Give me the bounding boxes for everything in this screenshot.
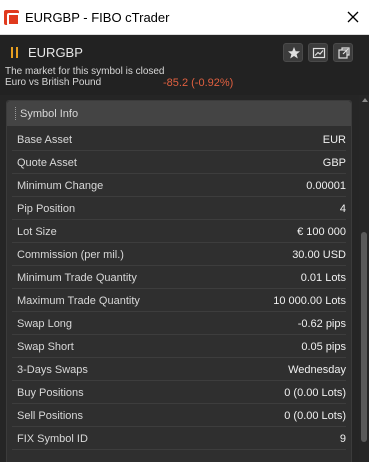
popout-button[interactable] (333, 43, 353, 62)
scrollbar-thumb[interactable] (361, 232, 367, 442)
star-icon (288, 47, 300, 59)
row-value: 0.00001 (306, 180, 346, 192)
symbol-header: EURGBP The market for this symbol is clo… (0, 35, 369, 95)
row-value: GBP (322, 157, 346, 169)
row-label: Quote Asset (17, 157, 77, 169)
close-icon (347, 11, 359, 23)
table-row: Buy Positions 0 (0.00 Lots) (12, 381, 346, 404)
row-value: Wednesday (288, 364, 346, 376)
ctrader-logo-icon (4, 10, 20, 26)
row-label: Minimum Change (17, 180, 104, 192)
row-label: Buy Positions (17, 387, 84, 399)
row-value: 4 (339, 203, 346, 215)
table-row: Pip Position 4 (12, 197, 346, 220)
row-value: 0 (0.00 Lots) (284, 410, 346, 422)
row-label: Pip Position (17, 203, 76, 215)
row-value: 0.01 Lots (300, 272, 346, 284)
panel-title: Symbol Info (20, 108, 79, 120)
row-label: Swap Short (17, 341, 74, 353)
table-row: Base Asset EUR (12, 128, 346, 151)
row-label: Lot Size (17, 226, 57, 238)
market-status: The market for this symbol is closed (5, 66, 165, 77)
table-row: Maximum Trade Quantity 10 000.00 Lots (12, 289, 346, 312)
row-value: 10 000.00 Lots (273, 295, 346, 307)
row-value: € 100 000 (297, 226, 346, 238)
row-value: EUR (322, 134, 346, 146)
scroll-up-icon[interactable] (362, 98, 368, 102)
row-label: Minimum Trade Quantity (17, 272, 137, 284)
favorite-button[interactable] (283, 43, 303, 62)
row-label: Sell Positions (17, 410, 84, 422)
symbol-name: EURGBP (28, 45, 83, 60)
drag-grip-icon[interactable] (15, 107, 17, 120)
table-row: Swap Long -0.62 pips (12, 312, 346, 335)
title-bar: EURGBP - FIBO cTrader (0, 0, 369, 35)
row-value: 0.05 pips (301, 341, 346, 353)
table-row: Sell Positions 0 (0.00 Lots) (12, 404, 346, 427)
table-row: Minimum Change 0.00001 (12, 174, 346, 197)
table-row: Swap Short 0.05 pips (12, 335, 346, 358)
open-chart-button[interactable] (308, 43, 328, 62)
symbol-description: Euro vs British Pound (5, 77, 102, 88)
close-button[interactable] (339, 4, 367, 30)
table-row: Minimum Trade Quantity 0.01 Lots (12, 266, 346, 289)
table-row: Commission (per mil.) 30.00 USD (12, 243, 346, 266)
row-label: FIX Symbol ID (17, 433, 88, 445)
price-change: -85.2 (-0.92%) (163, 77, 234, 89)
row-value: 30.00 USD (292, 249, 346, 261)
row-label: Base Asset (17, 134, 73, 146)
symbol-info-panel: Symbol Info Base Asset EUR Quote Asset GBP… (6, 100, 352, 462)
table-row: 3-Days Swaps Wednesday (12, 358, 346, 381)
table-row: Lot Size € 100 000 (12, 220, 346, 243)
row-label: Maximum Trade Quantity (17, 295, 140, 307)
row-label: Swap Long (17, 318, 73, 330)
row-value: 9 (339, 433, 346, 445)
pause-icon (11, 47, 19, 58)
popout-icon (338, 47, 350, 59)
window-title: EURGBP - FIBO cTrader (25, 10, 170, 25)
row-label: Commission (per mil.) (17, 249, 124, 261)
chart-icon (312, 47, 326, 59)
symbol-info-table: Base Asset EUR Quote Asset GBP Minimum Cha… (12, 128, 346, 450)
panel-header[interactable]: Symbol Info (7, 101, 351, 126)
row-value: 0 (0.00 Lots) (284, 387, 346, 399)
table-row: FIX Symbol ID 9 (12, 427, 346, 450)
row-value: -0.62 pips (297, 318, 346, 330)
row-label: 3-Days Swaps (17, 364, 88, 376)
table-row: Quote Asset GBP (12, 151, 346, 174)
